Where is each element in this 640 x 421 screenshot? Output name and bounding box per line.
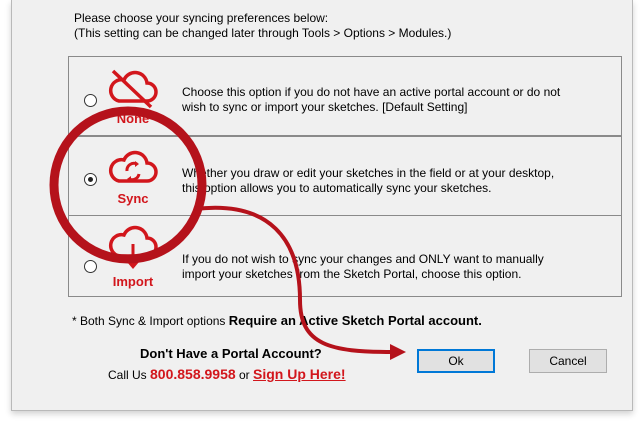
option-import-description: If you do not wish to sync your changes …	[182, 252, 612, 282]
or-label: or	[239, 368, 250, 382]
footnote-prefix: * Both Sync & Import options	[72, 314, 226, 328]
option-sync-text-2: this option allows you to automatically …	[182, 181, 492, 195]
intro-line-1: Please choose your syncing preferences b…	[74, 11, 329, 25]
call-us-label: Call Us	[108, 368, 147, 382]
option-sync-description: Whether you draw or edit your sketches i…	[182, 166, 612, 196]
option-none-text-1: Choose this option if you do not have an…	[182, 85, 561, 99]
cancel-button[interactable]: Cancel	[529, 349, 607, 373]
cloud-sync-icon: Sync	[103, 141, 163, 206]
footnote: * Both Sync & Import options Require an …	[72, 313, 482, 328]
ok-button[interactable]: Ok	[417, 349, 495, 373]
intro-line-2: (This setting can be changed later throu…	[74, 26, 452, 40]
phone-number: 800.858.9958	[150, 366, 236, 382]
cloud-off-icon: None	[103, 65, 163, 126]
intro-text: Please choose your syncing preferences b…	[74, 11, 451, 41]
option-none-description: Choose this option if you do not have an…	[182, 85, 612, 115]
option-import-text-1: If you do not wish to sync your changes …	[182, 252, 544, 266]
option-import-text-2: import your sketches from the Sketch Por…	[182, 267, 522, 281]
option-sync[interactable]: Sync Whether you draw or edit your sketc…	[68, 135, 622, 216]
radio-none[interactable]	[84, 94, 97, 107]
option-import[interactable]: Import If you do not wish to sync your c…	[68, 215, 622, 297]
no-account-heading: Don't Have a Portal Account?	[140, 346, 322, 361]
contact-line: Call Us 800.858.9958 or Sign Up Here!	[108, 366, 346, 382]
sync-options-group: None Choose this option if you do not ha…	[68, 56, 622, 297]
option-sync-label: Sync	[117, 191, 149, 206]
cloud-download-icon: Import	[103, 220, 163, 289]
radio-import[interactable]	[84, 260, 97, 273]
radio-sync[interactable]	[84, 173, 97, 186]
sync-preferences-dialog: Please choose your syncing preferences b…	[11, 0, 633, 411]
option-none[interactable]: None Choose this option if you do not ha…	[68, 56, 622, 136]
option-none-label: None	[116, 111, 150, 126]
option-none-text-2: wish to sync or import your sketches. [D…	[182, 100, 468, 114]
option-sync-text-1: Whether you draw or edit your sketches i…	[182, 166, 555, 180]
footnote-requirement: Require an Active Sketch Portal account.	[228, 313, 482, 328]
sign-up-link[interactable]: Sign Up Here!	[253, 366, 346, 382]
option-import-label: Import	[112, 274, 154, 289]
